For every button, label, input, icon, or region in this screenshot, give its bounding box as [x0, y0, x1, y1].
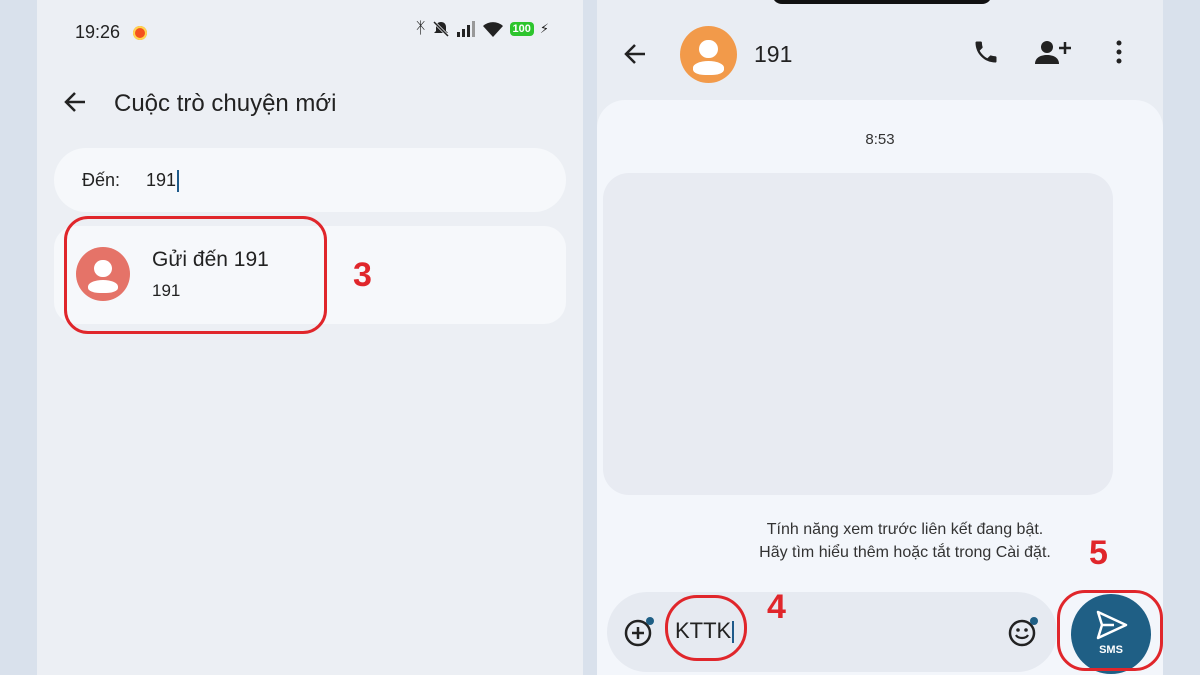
notice-line-2: Hãy tìm hiểu thêm hoặc tắt trong Cài đặt…: [759, 544, 1051, 561]
signal-icon: [456, 21, 475, 37]
step-4-label: 4: [767, 588, 786, 626]
message-thread: 8:53 Tính năng xem trước liên kết đang b…: [597, 100, 1163, 675]
charging-icon: ⚡: [539, 21, 549, 36]
status-time: 19:26: [75, 22, 121, 42]
step-3-highlight: [64, 216, 327, 334]
recipient-input[interactable]: 191: [146, 170, 180, 193]
conversation-screen: 191 8:53 Tính năng xem trước liên kết đa…: [597, 0, 1163, 675]
back-arrow-icon[interactable]: [621, 40, 649, 75]
emoji-icon[interactable]: [1007, 616, 1039, 653]
step-4-highlight: [665, 595, 747, 661]
phone-call-icon[interactable]: [972, 38, 1000, 71]
step-5-label: 5: [1089, 534, 1108, 572]
bluetooth-icon: ᛡ: [415, 20, 426, 37]
message-timestamp: 8:53: [865, 131, 895, 148]
back-arrow-icon[interactable]: [61, 88, 89, 123]
recipient-field[interactable]: Đến: 191: [54, 148, 566, 212]
more-options-icon[interactable]: [1115, 38, 1123, 71]
contact-avatar-icon[interactable]: [680, 26, 737, 83]
recipient-value: 191: [146, 170, 177, 190]
add-contact-icon[interactable]: [1035, 38, 1071, 71]
step-5-highlight: [1057, 590, 1163, 671]
battery-badge: 100: [509, 22, 534, 36]
recording-indicator-icon: [133, 26, 147, 40]
step-3-label: 3: [353, 256, 372, 294]
new-conversation-screen: 19:26 ᛡ 100 ⚡ Cuộc trò chuyện mới Đến: 1…: [37, 0, 583, 675]
notice-line-1: Tính năng xem trước liên kết đang bật.: [766, 521, 1044, 538]
contact-name: 191: [754, 41, 793, 67]
add-attachment-icon[interactable]: [623, 616, 655, 653]
recipient-label: Đến:: [82, 170, 121, 190]
link-preview-notice[interactable]: Tính năng xem trước liên kết đang bật. H…: [597, 518, 1163, 564]
link-preview-placeholder: [603, 173, 1113, 495]
text-caret: [177, 170, 180, 193]
muted-bell-icon: [432, 20, 449, 38]
wifi-icon: [482, 22, 503, 37]
camera-notch: [772, 0, 992, 4]
status-icons: ᛡ 100 ⚡: [416, 20, 549, 38]
page-title: Cuộc trò chuyện mới: [114, 90, 337, 117]
